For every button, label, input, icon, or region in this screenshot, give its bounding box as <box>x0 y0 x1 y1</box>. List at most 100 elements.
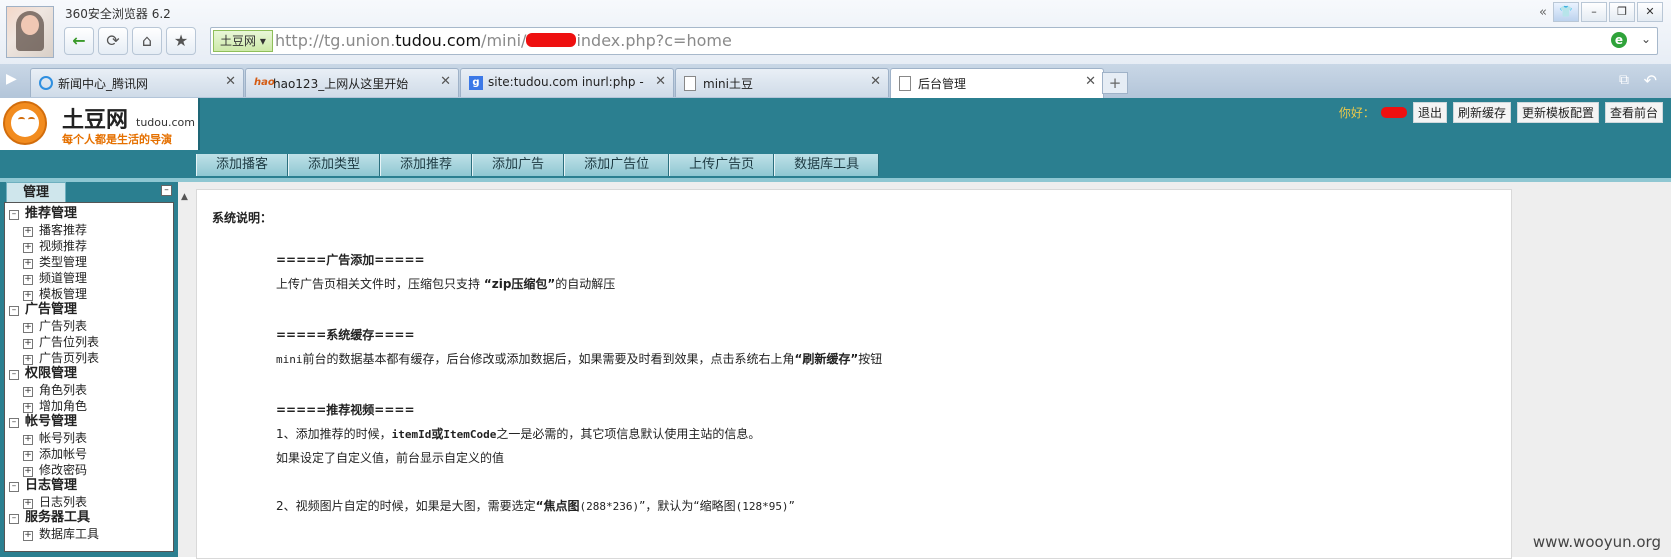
undo-close-icon[interactable]: ↶ <box>1644 71 1657 90</box>
url-text[interactable]: http://tg.union.tudou.com/mini/index.php… <box>275 31 732 50</box>
window-title: 360安全浏览器 6.2 <box>65 7 171 21</box>
tree-item-template-manage[interactable]: + 模板管理 <box>9 286 173 302</box>
view-frontend-button[interactable]: 查看前台 <box>1604 102 1663 123</box>
tree-item-type-manage[interactable]: + 类型管理 <box>9 254 173 270</box>
collapse-icon[interactable]: « <box>1539 5 1547 20</box>
tree-group-logs[interactable]: – 日志管理 <box>9 478 173 494</box>
top-menu-bar: 添加播客 添加类型 添加推荐 添加广告 添加广告位 上传广告页 数据库工具 <box>0 152 1671 178</box>
minus-icon[interactable]: – <box>9 482 19 492</box>
menu-add-type[interactable]: 添加类型 <box>288 154 381 176</box>
tab-admin[interactable]: 后台管理 ✕ <box>890 68 1104 99</box>
skin-icon[interactable]: 👕 <box>1553 2 1579 22</box>
sidebar-tab-manage[interactable]: 管理 <box>6 182 66 203</box>
plus-icon: + <box>23 322 33 333</box>
plus-icon: + <box>23 242 33 253</box>
tudou-logo[interactable]: 土豆网 tudou.com 每个人都是生活的导演 <box>0 98 200 150</box>
menu-add-recommend[interactable]: 添加推荐 <box>380 154 473 176</box>
address-bar[interactable]: 土豆网 ▾ http://tg.union.tudou.com/mini/ind… <box>210 27 1658 55</box>
tree-item-add-account[interactable]: + 添加帐号 <box>9 446 173 462</box>
plus-icon: + <box>23 226 33 237</box>
close-button[interactable]: ✕ <box>1637 2 1663 22</box>
tree-item-account-list[interactable]: + 帐号列表 <box>9 430 173 446</box>
system-notes-panel: 系统说明： =====广告添加===== 上传广告页相关文件时，压缩包只支持 “… <box>196 189 1512 559</box>
window-controls: « 👕 – ❐ ✕ <box>1539 2 1663 22</box>
plus-icon: + <box>23 386 33 397</box>
tree-item-log-list[interactable]: + 日志列表 <box>9 494 173 510</box>
tree-item-ad-list[interactable]: + 广告列表 <box>9 318 173 334</box>
menu-add-ad[interactable]: 添加广告 <box>472 154 565 176</box>
close-icon[interactable]: ✕ <box>1085 74 1096 89</box>
watermark: www.wooyun.org <box>1532 533 1661 551</box>
plus-icon: + <box>23 498 33 509</box>
close-icon[interactable]: ✕ <box>655 74 666 89</box>
scroll-up-icon[interactable]: ▲ <box>181 192 188 202</box>
tree-item-video-recommend[interactable]: + 视频推荐 <box>9 238 173 254</box>
tree-item-role-list[interactable]: + 角色列表 <box>9 382 173 398</box>
close-icon[interactable]: ✕ <box>225 74 236 89</box>
tab-mini-tudou[interactable]: mini土豆 ✕ <box>675 68 889 97</box>
plus-icon: + <box>23 466 33 477</box>
minus-icon[interactable]: – <box>9 210 19 220</box>
menu-database-tools[interactable]: 数据库工具 <box>774 154 880 176</box>
browser-titlebar: 360安全浏览器 6.2 « 👕 – ❐ ✕ ← ⟳ ⌂ ★ 土豆网 ▾ htt… <box>0 0 1671 65</box>
ie-engine-icon[interactable]: e <box>1611 32 1627 48</box>
hao123-icon: hao <box>254 77 275 88</box>
page-icon <box>684 76 696 91</box>
tree-item-add-role[interactable]: + 增加角色 <box>9 398 173 414</box>
sidebar-tree: – 推荐管理 + 播客推荐 + 视频推荐 + 类型管理 + 频道管理 + 模板管理 – 广告管… <box>4 202 174 552</box>
tree-item-ad-slot-list[interactable]: + 广告位列表 <box>9 334 173 350</box>
tree-group-server-tools[interactable]: – 服务器工具 <box>9 510 173 526</box>
tree-item-change-password[interactable]: + 修改密码 <box>9 462 173 478</box>
google-icon: g <box>469 76 483 90</box>
logout-button[interactable]: 退出 <box>1412 102 1447 123</box>
collapse-icon[interactable]: – <box>161 185 172 196</box>
plus-icon: + <box>23 434 33 445</box>
menu-upload-ad-page[interactable]: 上传广告页 <box>669 154 775 176</box>
plus-icon: + <box>23 402 33 413</box>
section-heading-recommend-video: =====推荐视频==== <box>276 403 415 417</box>
back-arrow-icon[interactable]: ← <box>64 27 94 55</box>
tree-group-accounts[interactable]: – 帐号管理 <box>9 414 173 430</box>
top-menu: 添加播客 添加类型 添加推荐 添加广告 添加广告位 上传广告页 数据库工具 <box>196 154 880 176</box>
tree-item-ad-page-list[interactable]: + 广告页列表 <box>9 350 173 366</box>
tree-item-database-tools[interactable]: + 数据库工具 <box>9 526 173 542</box>
tab-tencent-news[interactable]: 新闻中心_腾讯网 ✕ <box>30 68 244 97</box>
plus-icon: + <box>23 450 33 461</box>
tree-group-permissions[interactable]: – 权限管理 <box>9 366 173 382</box>
refresh-icon[interactable]: ⟳ <box>98 27 128 55</box>
tab-google-search[interactable]: g site:tudou.com inurl:php - G ✕ <box>460 68 674 97</box>
restore-button[interactable]: ❐ <box>1609 2 1635 22</box>
tab-hao123[interactable]: hao hao123_上网从这里开始 ✕ <box>245 68 459 97</box>
minus-icon[interactable]: – <box>9 370 19 380</box>
note-ad-add: 上传广告页相关文件时，压缩包只支持 “zip压缩包”的自动解压 <box>276 277 616 291</box>
tab-strip: ▶ 新闻中心_腾讯网 ✕ hao hao123_上网从这里开始 ✕ g site… <box>0 64 1671 99</box>
plus-icon: + <box>23 274 33 285</box>
tree-group-ads[interactable]: – 广告管理 <box>9 302 173 318</box>
minimize-button[interactable]: – <box>1581 2 1607 22</box>
home-icon[interactable]: ⌂ <box>132 27 162 55</box>
star-icon[interactable]: ★ <box>166 27 196 55</box>
close-icon[interactable]: ✕ <box>870 74 881 89</box>
plus-icon: + <box>23 290 33 301</box>
page-icon <box>899 76 911 91</box>
minus-icon[interactable]: – <box>9 514 19 524</box>
greeting-text: 你好： <box>1338 106 1375 120</box>
chevron-down-icon[interactable]: ⌄ <box>1641 32 1651 46</box>
user-avatar[interactable] <box>6 6 54 58</box>
tree-group-recommend[interactable]: – 推荐管理 <box>9 206 173 222</box>
restore-tab-icon[interactable]: ⧉ <box>1619 72 1629 88</box>
refresh-cache-button[interactable]: 刷新缓存 <box>1452 102 1511 123</box>
redacted-username <box>1380 107 1407 118</box>
menu-add-ad-slot[interactable]: 添加广告位 <box>564 154 670 176</box>
qq-icon <box>39 76 53 90</box>
close-icon[interactable]: ✕ <box>440 74 451 89</box>
site-tag-dropdown[interactable]: 土豆网 ▾ <box>213 30 273 52</box>
new-tab-button[interactable]: + <box>1102 72 1128 94</box>
minus-icon[interactable]: – <box>9 418 19 428</box>
minus-icon[interactable]: – <box>9 306 19 316</box>
update-template-config-button[interactable]: 更新模板配置 <box>1516 102 1599 123</box>
tree-item-podcaster-recommend[interactable]: + 播客推荐 <box>9 222 173 238</box>
tree-item-channel-manage[interactable]: + 频道管理 <box>9 270 173 286</box>
sidebar-toggle-icon[interactable]: ▶ <box>6 71 17 87</box>
menu-add-podcaster[interactable]: 添加播客 <box>196 154 289 176</box>
